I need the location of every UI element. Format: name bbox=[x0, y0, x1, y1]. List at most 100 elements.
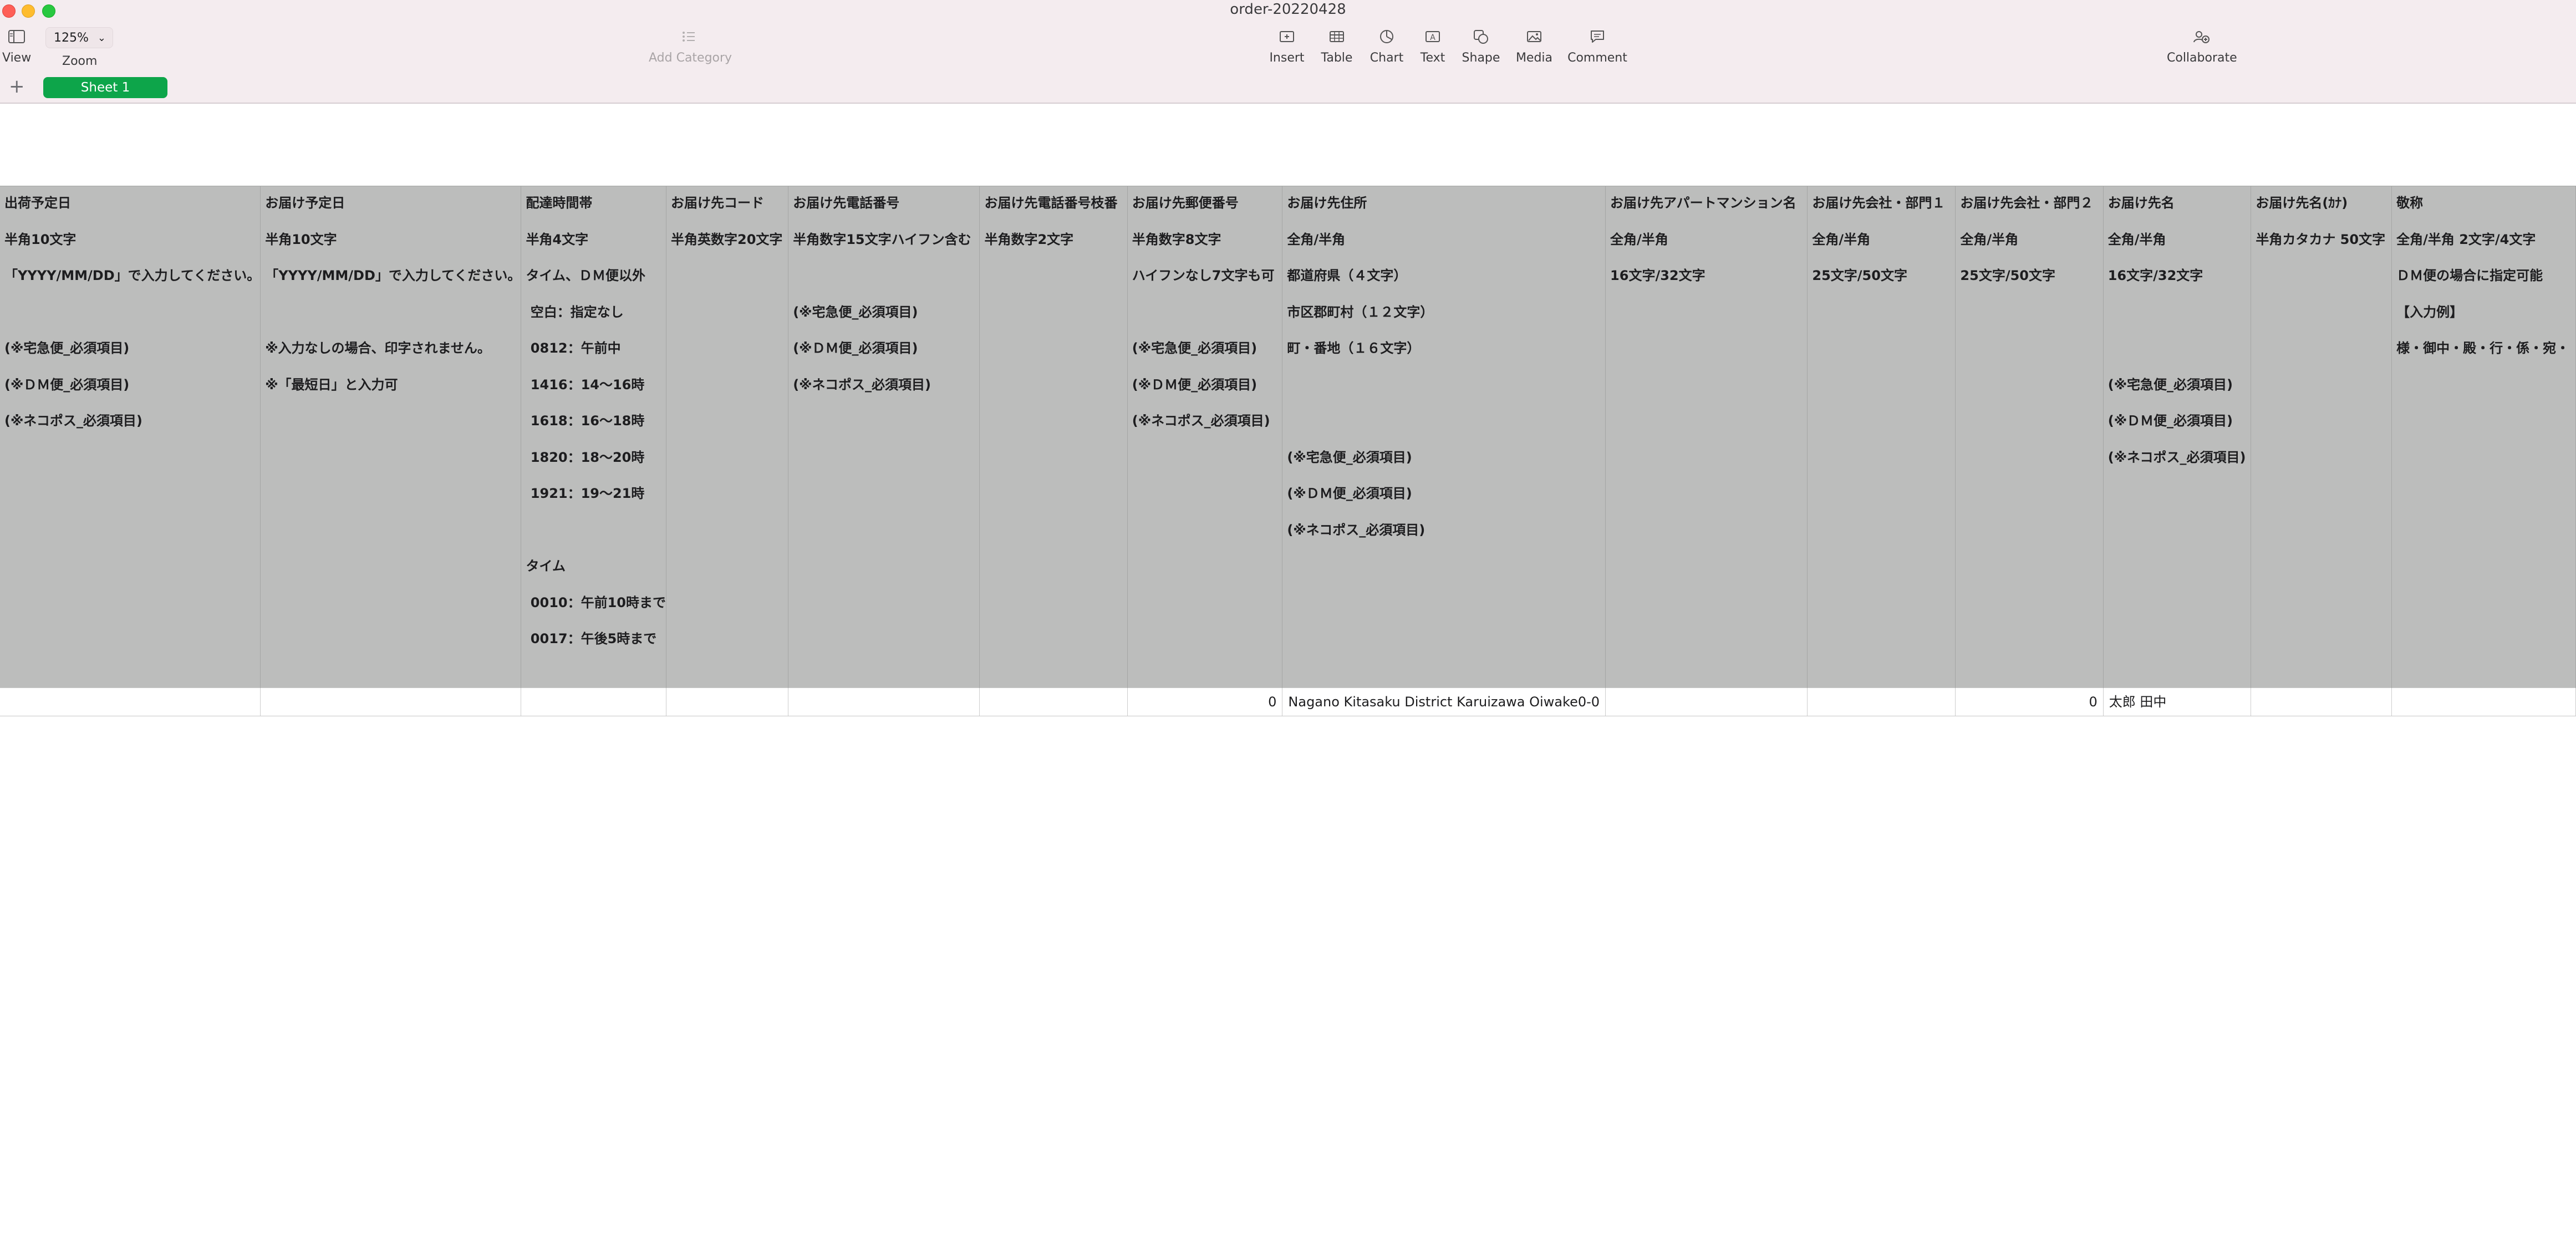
header-cell-content: お届け先郵便番号 半角数字8文字 ハイフンなし7文字も可 (※宅急便_必須項目) (※Ｄ… bbox=[1128, 186, 1282, 446]
table-cell[interactable]: Nagano Kitasaku District Karuizawa Oiwak… bbox=[1282, 687, 1606, 716]
header-cell-line: 町・番地（１６文字） bbox=[1287, 340, 1421, 356]
table-cell[interactable] bbox=[1807, 687, 1956, 716]
header-cell[interactable]: 出荷予定日 半角10文字 「YYYY/MM/DD」で入力してください。 (※宅急便_必… bbox=[0, 186, 261, 688]
chart-label: Chart bbox=[1370, 51, 1404, 65]
header-cell[interactable]: お届け先名(ｶﾅ) 半角カタカナ 50文字 bbox=[2251, 186, 2392, 688]
table-cell[interactable] bbox=[666, 687, 789, 716]
text-button[interactable]: A Text bbox=[1415, 26, 1450, 65]
table-cell[interactable]: 太郎 田中 bbox=[2103, 687, 2252, 716]
header-cell-content: お届け先電話番号枝番 半角数字2文字 bbox=[980, 186, 1127, 264]
header-cell[interactable]: お届け先コード 半角英数字20文字 bbox=[666, 186, 789, 688]
header-row: 出荷予定日 半角10文字 「YYYY/MM/DD」で入力してください。 (※宅急便_必… bbox=[0, 186, 2576, 688]
table-button[interactable]: Table bbox=[1318, 26, 1355, 65]
collaborate-button[interactable]: Collaborate bbox=[2167, 26, 2237, 65]
header-cell-line: 【入力例】 bbox=[2396, 304, 2463, 320]
header-cell[interactable]: お届け先会社・部門１ 全角/半角 25文字/50文字 bbox=[1807, 186, 1956, 688]
header-cell-line: (※ＤＭ便_必須項目) bbox=[793, 340, 918, 356]
header-cell-line: (※ネコポス_必須項目) bbox=[1132, 413, 1270, 429]
header-cell-content: 出荷予定日 半角10文字 「YYYY/MM/DD」で入力してください。 (※宅急便_必… bbox=[0, 186, 260, 446]
header-cell-line: (※宅急便_必須項目) bbox=[793, 304, 918, 320]
shape-button[interactable]: Shape bbox=[1460, 26, 1501, 65]
chart-button[interactable]: Chart bbox=[1368, 26, 1405, 65]
header-cell[interactable]: お届け先電話番号枝番 半角数字2文字 bbox=[979, 186, 1128, 688]
add-category-button[interactable]: Add Category bbox=[649, 26, 732, 65]
insert-button[interactable]: Insert bbox=[1269, 26, 1305, 65]
zoom-select[interactable]: 125% ⌄ bbox=[45, 27, 113, 48]
header-cell[interactable]: お届け先名 全角/半角 16文字/32文字 (※宅急便_必須項目) (※ＤＭ便_必須項目… bbox=[2103, 186, 2252, 688]
header-cell[interactable]: お届け先アパートマンション名 全角/半角 16文字/32文字 bbox=[1605, 186, 1808, 688]
header-cell-line: ＤＭ便の場合に指定可能 bbox=[2396, 268, 2543, 283]
insert-icon bbox=[1269, 26, 1305, 48]
header-cell-line: 出荷予定日 bbox=[4, 195, 71, 211]
photo-icon bbox=[1515, 26, 1554, 48]
header-cell-line: 全角/半角 bbox=[1960, 231, 2019, 247]
header-cell-line: (※宅急便_必須項目) bbox=[2107, 376, 2233, 393]
add-sheet-button[interactable]: + bbox=[9, 75, 25, 98]
header-cell-line: お届け先郵便番号 bbox=[1132, 195, 1239, 211]
add-category-label: Add Category bbox=[649, 51, 732, 65]
comment-icon bbox=[1567, 26, 1628, 48]
header-cell-content: 配達時間帯 半角4文字 タイム、ＤＭ便以外 空白：指定なし 0812：午前中 141… bbox=[521, 186, 666, 664]
header-cell-line: お届け先名 bbox=[2107, 195, 2175, 211]
header-cell-line: 全角/半角 bbox=[2107, 231, 2166, 247]
header-cell-line: お届け先名(ｶﾅ) bbox=[2256, 195, 2348, 211]
header-cell-line: (※宅急便_必須項目) bbox=[4, 340, 130, 356]
header-cell-line: 25文字/50文字 bbox=[1812, 268, 1907, 283]
header-cell[interactable]: お届け先住所 全角/半角 都道府県（４文字） 市区郡町村（１２文字） 町・番地（１６文字… bbox=[1282, 186, 1606, 688]
table-cell[interactable] bbox=[979, 687, 1128, 716]
view-label: View bbox=[2, 51, 32, 65]
header-cell-line: 0017：午後5時まで bbox=[526, 631, 657, 646]
header-cell-content: お届け先会社・部門１ 全角/半角 25文字/50文字 bbox=[1808, 186, 1955, 301]
header-cell-line: 都道府県（４文字） bbox=[1287, 268, 1407, 283]
header-cell-line: 「YYYY/MM/DD」で入力してください。 bbox=[4, 268, 261, 283]
header-cell-content: お届け先住所 全角/半角 都道府県（４文字） 市区郡町村（１２文字） 町・番地（１６文字… bbox=[1282, 186, 1605, 555]
header-cell-line: お届け先電話番号 bbox=[793, 195, 900, 211]
header-cell-line bbox=[2108, 301, 2251, 338]
header-cell[interactable]: お届け先電話番号 半角数字15文字ハイフン含む (※宅急便_必須項目) (※ＤＭ便_必… bbox=[788, 186, 980, 688]
header-cell-content: お届け先アパートマンション名 全角/半角 16文字/32文字 bbox=[1606, 186, 1807, 301]
view-button[interactable]: View bbox=[2, 26, 31, 65]
header-cell-content: お届け先電話番号 半角数字15文字ハイフン含む (※宅急便_必須項目) (※ＤＭ便_必… bbox=[788, 186, 979, 410]
header-cell-line: 半角4文字 bbox=[526, 231, 589, 247]
header-cell-line: 半角カタカナ 50文字 bbox=[2256, 231, 2386, 247]
table-cell[interactable] bbox=[788, 687, 980, 716]
header-cell-line: 半角数字8文字 bbox=[1132, 231, 1221, 247]
table-row: 0 Nagano Kitasaku District Karuizawa Oiwa… bbox=[0, 687, 2576, 716]
header-cell-line: 全角/半角 bbox=[1287, 231, 1346, 247]
svg-text:A: A bbox=[1430, 33, 1435, 42]
comment-button[interactable]: Comment bbox=[1567, 26, 1628, 65]
header-cell-line: (※ＤＭ便_必須項目) bbox=[4, 376, 130, 393]
media-button[interactable]: Media bbox=[1515, 26, 1554, 65]
table-cell[interactable] bbox=[2251, 687, 2392, 716]
header-cell[interactable]: お届け先会社・部門２ 全角/半角 25文字/50文字 bbox=[1955, 186, 2104, 688]
table-cell[interactable] bbox=[521, 687, 666, 716]
header-cell-line: お届け先会社・部門１ bbox=[1812, 195, 1946, 211]
header-cell[interactable]: お届け先郵便番号 半角数字8文字 ハイフンなし7文字も可 (※宅急便_必須項目) (※Ｄ… bbox=[1127, 186, 1283, 688]
text-label: Text bbox=[1420, 51, 1445, 65]
header-cell-line: 0010：午前10時まで bbox=[526, 594, 666, 610]
header-cell[interactable]: 敬称 全角/半角 2文字/4文字 ＤＭ便の場合に指定可能 【入力例】 様・御中・殿・行・… bbox=[2391, 186, 2576, 688]
table-cell[interactable] bbox=[260, 687, 522, 716]
header-cell-line: お届け先住所 bbox=[1287, 195, 1367, 211]
header-cell[interactable]: お届け予定日 半角10文字 「YYYY/MM/DD」で入力してください。 ※入力なしの… bbox=[260, 186, 522, 688]
header-cell[interactable]: 配達時間帯 半角4文字 タイム、ＤＭ便以外 空白：指定なし 0812：午前中 141… bbox=[521, 186, 666, 688]
sidebar-icon bbox=[2, 26, 31, 48]
header-cell-line: (※ＤＭ便_必須項目) bbox=[2107, 413, 2233, 429]
table-cell[interactable] bbox=[0, 687, 261, 716]
header-cell-line: 全角/半角 2文字/4文字 bbox=[2396, 231, 2536, 247]
table-label: Table bbox=[1321, 51, 1353, 65]
table-cell[interactable] bbox=[1605, 687, 1808, 716]
table-cell[interactable] bbox=[2391, 687, 2576, 716]
header-cell-line: 半角英数字20文字 bbox=[671, 231, 783, 247]
header-cell-line: お届け先会社・部門２ bbox=[1960, 195, 2094, 211]
header-cell-content: お届け先会社・部門２ 全角/半角 25文字/50文字 bbox=[1956, 186, 2102, 301]
header-cell-line bbox=[1287, 374, 1605, 410]
header-cell-line: (※ネコポス_必須項目) bbox=[4, 413, 142, 429]
header-cell-line: 25文字/50文字 bbox=[1960, 268, 2055, 283]
table-cell[interactable]: 0 bbox=[1955, 687, 2104, 716]
header-cell-line bbox=[793, 264, 979, 301]
tab-sheet-1[interactable]: Sheet 1 bbox=[43, 77, 167, 98]
sheet-tab-bar: + Sheet 1 bbox=[0, 73, 2576, 104]
header-cell-line bbox=[1132, 301, 1282, 338]
table-cell[interactable]: 0 bbox=[1127, 687, 1283, 716]
